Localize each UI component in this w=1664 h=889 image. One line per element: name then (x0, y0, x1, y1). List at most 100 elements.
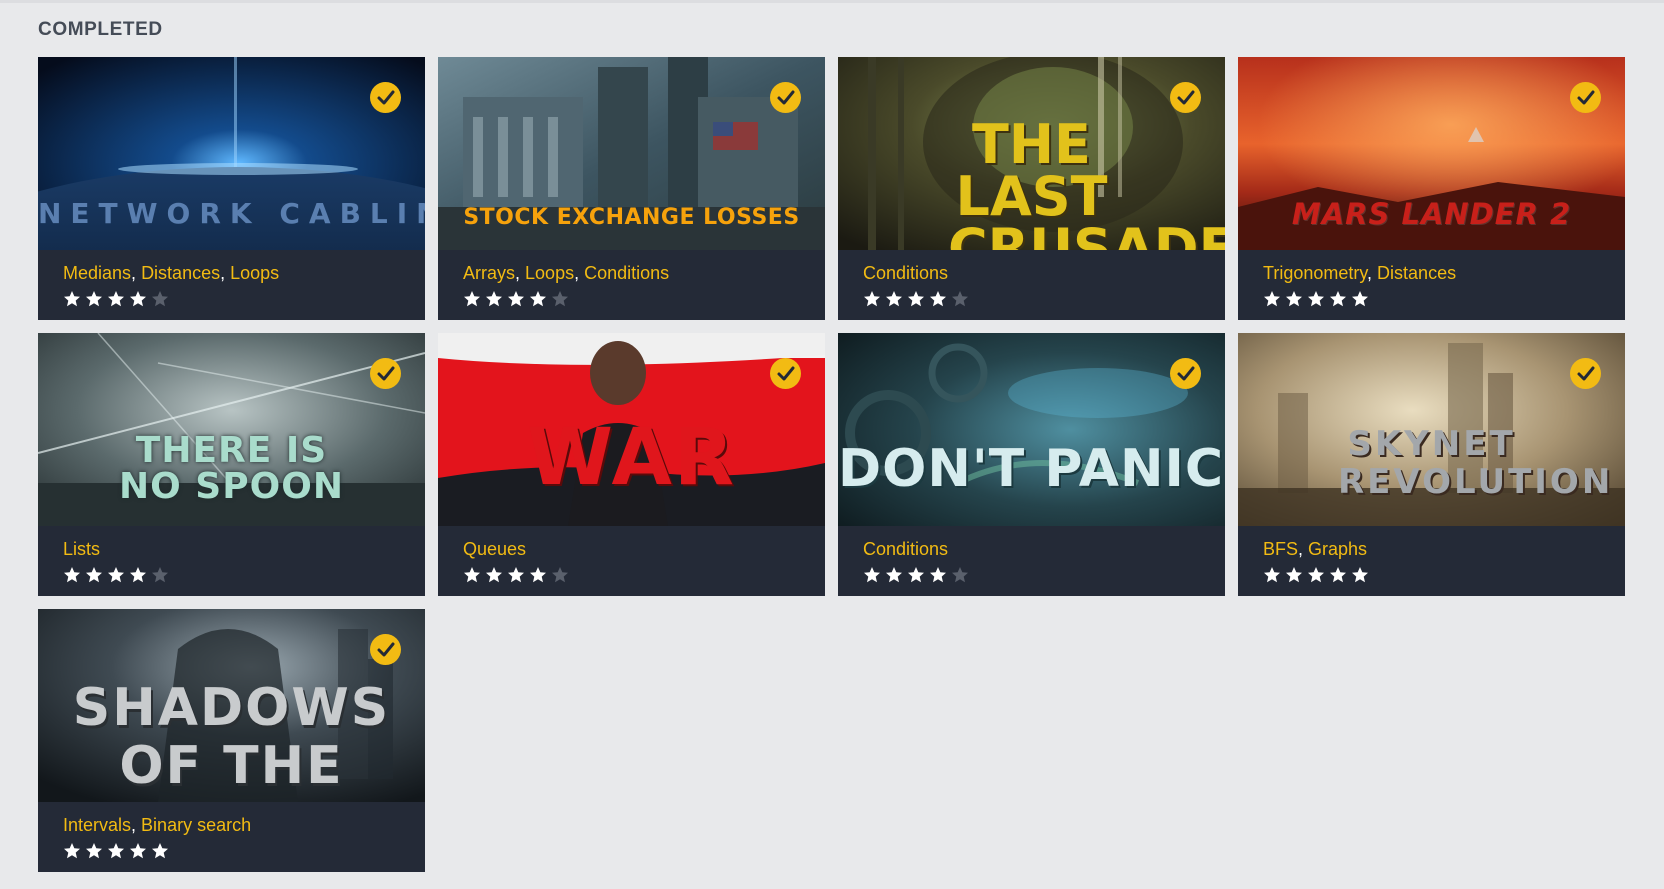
check-circle-icon (1170, 358, 1201, 389)
star-filled-icon (85, 842, 107, 860)
star-filled-icon (529, 290, 551, 308)
tag-list: Trigonometry, Distances (1263, 263, 1456, 284)
tag-link[interactable]: BFS (1263, 539, 1298, 559)
tag-link[interactable]: Intervals (63, 815, 131, 835)
rating-stars (863, 290, 973, 308)
star-empty-icon (151, 290, 173, 308)
puzzle-info: Conditions (838, 526, 1225, 596)
rating-stars (463, 290, 573, 308)
star-filled-icon (129, 842, 151, 860)
star-filled-icon (85, 290, 107, 308)
tag-link[interactable]: Queues (463, 539, 526, 559)
tag-link[interactable]: Graphs (1308, 539, 1367, 559)
tag-separator: , (131, 263, 142, 283)
star-filled-icon (1285, 290, 1307, 308)
tag-link[interactable]: Medians (63, 263, 131, 283)
cover-title: DON'T PANIC! (838, 439, 1225, 499)
rating-stars (63, 290, 173, 308)
star-filled-icon (507, 290, 529, 308)
cover-title: SHADOWS OF THE KNIGHT (72, 678, 391, 802)
tag-separator: , (515, 263, 526, 283)
star-filled-icon (929, 290, 951, 308)
top-divider (0, 0, 1664, 3)
tag-list: Conditions (863, 263, 948, 284)
puzzle-cover-image: NETWORK CABLING (38, 57, 425, 250)
puzzle-card-there-is-no-spoon[interactable]: THERE IS NO SPOON Lists (38, 333, 425, 596)
puzzle-card-network-cabling[interactable]: NETWORK CABLING Medians, Distances, Loop… (38, 57, 425, 320)
puzzle-info: Queues (438, 526, 825, 596)
puzzle-cover-image: SHADOWS OF THE KNIGHT (38, 609, 425, 802)
star-empty-icon (551, 290, 573, 308)
star-filled-icon (107, 566, 129, 584)
tag-link[interactable]: Distances (1377, 263, 1456, 283)
puzzle-card-skynet-revolution[interactable]: SKYNET REVOLUTION BFS, Graphs (1238, 333, 1625, 596)
cover-title: SKYNET REVOLUTION (1338, 424, 1614, 502)
star-filled-icon (885, 290, 907, 308)
cover-title: STOCK EXCHANGE LOSSES (463, 205, 800, 230)
star-filled-icon (151, 842, 173, 860)
star-filled-icon (107, 842, 129, 860)
puzzle-cover-image: DON'T PANIC! (838, 333, 1225, 526)
tag-link[interactable]: Conditions (863, 539, 948, 559)
tag-separator: , (1367, 263, 1378, 283)
puzzle-card-stock-exchange-losses[interactable]: STOCK EXCHANGE LOSSES Arrays, Loops, Con… (438, 57, 825, 320)
rating-stars (863, 566, 973, 584)
cover-title: THE LAST CRUSADE (948, 113, 1225, 251)
tag-separator: , (574, 263, 585, 283)
star-empty-icon (951, 290, 973, 308)
check-circle-icon (1570, 82, 1601, 113)
star-filled-icon (107, 290, 129, 308)
puzzle-card-mars-lander-2[interactable]: MARS LANDER 2 Trigonometry, Distances (1238, 57, 1625, 320)
tag-separator: , (131, 815, 142, 835)
puzzle-info: Intervals, Binary search (38, 802, 425, 872)
star-filled-icon (863, 290, 885, 308)
tag-link[interactable]: Lists (63, 539, 100, 559)
cover-title: NETWORK CABLING (38, 197, 425, 230)
puzzle-card-shadows-of-the-knight[interactable]: SHADOWS OF THE KNIGHT Intervals, Binary … (38, 609, 425, 872)
cover-title: MARS LANDER 2 (1291, 197, 1572, 231)
star-filled-icon (507, 566, 529, 584)
section-title: COMPLETED (38, 19, 163, 40)
star-filled-icon (1351, 566, 1373, 584)
puzzle-cover-image: THERE IS NO SPOON (38, 333, 425, 526)
star-filled-icon (929, 566, 951, 584)
puzzle-info: Arrays, Loops, Conditions (438, 250, 825, 320)
star-filled-icon (63, 566, 85, 584)
tag-link[interactable]: Distances (141, 263, 220, 283)
star-filled-icon (1329, 566, 1351, 584)
puzzle-card-the-last-crusade[interactable]: THE LAST CRUSADE Conditions (838, 57, 1225, 320)
check-circle-icon (1570, 358, 1601, 389)
puzzle-cover-image: STOCK EXCHANGE LOSSES (438, 57, 825, 250)
puzzle-card-war[interactable]: WAR Queues (438, 333, 825, 596)
star-filled-icon (463, 566, 485, 584)
check-circle-icon (1170, 82, 1201, 113)
tag-link[interactable]: Conditions (584, 263, 669, 283)
star-filled-icon (129, 566, 151, 584)
tag-link[interactable]: Trigonometry (1263, 263, 1367, 283)
tag-link[interactable]: Loops (525, 263, 574, 283)
star-filled-icon (1263, 290, 1285, 308)
tag-separator: , (220, 263, 231, 283)
rating-stars (1263, 566, 1373, 584)
tag-separator: , (1298, 539, 1309, 559)
tag-list: Intervals, Binary search (63, 815, 251, 836)
cover-title: WAR (527, 413, 736, 503)
star-filled-icon (129, 290, 151, 308)
puzzle-cover-image: THE LAST CRUSADE (838, 57, 1225, 250)
tag-list: Queues (463, 539, 526, 560)
puzzle-card-dont-panic[interactable]: DON'T PANIC! Conditions (838, 333, 1225, 596)
tag-list: BFS, Graphs (1263, 539, 1367, 560)
puzzle-info: Medians, Distances, Loops (38, 250, 425, 320)
star-filled-icon (907, 566, 929, 584)
tag-list: Conditions (863, 539, 948, 560)
puzzle-info: BFS, Graphs (1238, 526, 1625, 596)
puzzle-grid: NETWORK CABLING Medians, Distances, Loop… (38, 57, 1628, 882)
star-filled-icon (907, 290, 929, 308)
tag-link[interactable]: Binary search (141, 815, 251, 835)
star-filled-icon (485, 290, 507, 308)
check-circle-icon (370, 358, 401, 389)
tag-list: Arrays, Loops, Conditions (463, 263, 669, 284)
tag-link[interactable]: Loops (230, 263, 279, 283)
tag-link[interactable]: Conditions (863, 263, 948, 283)
tag-link[interactable]: Arrays (463, 263, 515, 283)
